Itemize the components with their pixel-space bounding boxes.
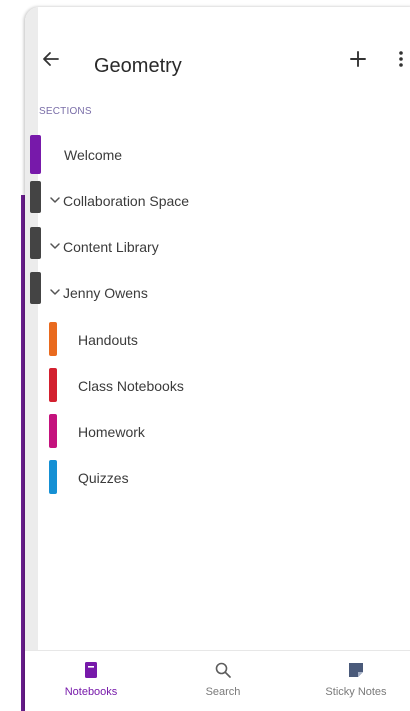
tab-search[interactable]: Search <box>168 651 278 711</box>
section-label: Content Library <box>63 239 159 255</box>
section-label: Quizzes <box>78 470 129 486</box>
section-class-notebooks[interactable]: Class Notebooks <box>25 364 410 406</box>
section-label: Collaboration Space <box>63 193 190 209</box>
section-group-collaboration-space[interactable]: Collaboration Space <box>25 181 410 223</box>
section-label: Welcome <box>64 147 123 163</box>
section-color-tag <box>49 368 57 402</box>
tab-label: Sticky Notes <box>325 686 387 698</box>
arrow-left-icon[interactable] <box>39 47 63 71</box>
app-bar: Geometry <box>25 7 410 91</box>
section-welcome[interactable]: Welcome <box>25 133 410 175</box>
section-group-tag <box>30 181 41 213</box>
sections-panel: Geometry SECTIONS Welcome Collaboration … <box>25 7 410 711</box>
notebook-icon <box>85 662 97 678</box>
section-label: Jenny Owens <box>63 285 148 301</box>
tab-label: Notebooks <box>64 686 118 698</box>
plus-icon[interactable] <box>346 47 370 71</box>
section-group-tag <box>30 227 41 259</box>
section-label: Handouts <box>78 332 138 348</box>
section-color-tag <box>30 135 41 174</box>
tab-sticky-notes[interactable]: Sticky Notes <box>301 651 410 711</box>
section-color-tag <box>49 414 57 448</box>
section-color-tag <box>49 460 57 494</box>
chevron-down-icon <box>50 197 60 203</box>
section-group-jenny-owens[interactable]: Jenny Owens <box>25 272 410 314</box>
more-vertical-icon[interactable] <box>389 47 410 71</box>
section-label: Homework <box>78 424 145 440</box>
section-quizzes[interactable]: Quizzes <box>25 456 410 498</box>
tab-notebooks[interactable]: Notebooks <box>36 651 146 711</box>
section-group-content-library[interactable]: Content Library <box>25 227 410 269</box>
chevron-down-icon <box>50 289 60 295</box>
search-icon <box>215 662 231 678</box>
page-title: Geometry <box>94 55 182 77</box>
section-label: Class Notebooks <box>78 378 184 394</box>
chevron-down-icon <box>50 243 60 249</box>
section-handouts[interactable]: Handouts <box>25 318 410 360</box>
section-color-tag <box>49 322 57 356</box>
sections-heading: SECTIONS <box>39 106 92 117</box>
section-homework[interactable]: Homework <box>25 410 410 452</box>
screen: Geometry SECTIONS Welcome Collaboration … <box>0 0 410 711</box>
tab-label: Search <box>205 686 241 698</box>
bottom-navigation: Notebooks Search Sticky Notes <box>25 650 410 711</box>
sticky-note-icon <box>349 663 363 677</box>
section-group-tag <box>30 272 41 304</box>
